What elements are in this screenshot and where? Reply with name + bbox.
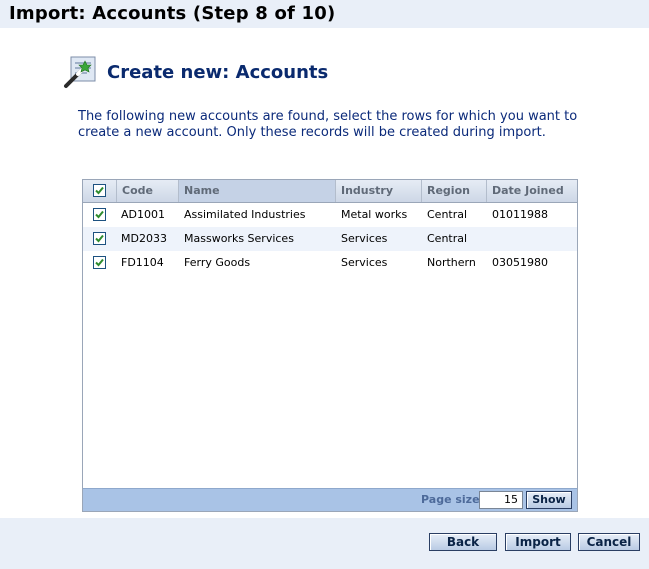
cell-name: Assimilated Industries: [184, 208, 306, 221]
page-size-input[interactable]: 15: [479, 491, 523, 509]
row-checkbox[interactable]: [93, 208, 106, 221]
cell-date-joined: [487, 227, 577, 251]
cell-code: MD2033: [121, 232, 167, 245]
page-size-label: Page size: [421, 493, 480, 506]
content-area: Create new: Accounts The following new a…: [0, 28, 649, 518]
grid-pager: Page size 15 Show: [83, 488, 577, 511]
cell-region: Central: [427, 208, 468, 221]
column-header-region[interactable]: Region: [422, 180, 487, 202]
cell-industry: Services: [341, 232, 388, 245]
cell-code: FD1104: [121, 256, 164, 269]
title-bar: Import: Accounts (Step 8 of 10): [0, 0, 649, 28]
grid-header: Code Name Industry Region Date Joined: [83, 180, 577, 203]
table-row[interactable]: FD1104 Ferry Goods Services Northern 030…: [83, 251, 577, 275]
cell-region: Northern: [427, 256, 476, 269]
cell-date-joined: 03051980: [492, 256, 548, 269]
cell-code: AD1001: [121, 208, 165, 221]
intro-text: The following new accounts are found, se…: [78, 109, 578, 140]
table-row[interactable]: AD1001 Assimilated Industries Metal work…: [83, 203, 577, 227]
import-button[interactable]: Import: [505, 533, 571, 551]
cancel-button[interactable]: Cancel: [578, 533, 640, 551]
row-checkbox[interactable]: [93, 232, 106, 245]
column-header-code[interactable]: Code: [116, 180, 179, 202]
column-header-date-joined[interactable]: Date Joined: [487, 180, 577, 202]
table-row[interactable]: MD2033 Massworks Services Services Centr…: [83, 227, 577, 251]
column-header-name[interactable]: Name: [179, 180, 336, 202]
row-checkbox[interactable]: [93, 256, 106, 269]
accounts-grid: Code Name Industry Region Date Joined AD…: [82, 179, 578, 512]
cell-industry: Services: [341, 256, 388, 269]
show-button[interactable]: Show: [526, 491, 572, 509]
cell-name: Ferry Goods: [184, 256, 251, 269]
magic-wand-icon: [62, 54, 98, 90]
select-all-checkbox[interactable]: [93, 184, 106, 197]
footer-bar: Back Import Cancel: [0, 518, 649, 569]
window-title: Import: Accounts (Step 8 of 10): [9, 3, 336, 24]
back-button[interactable]: Back: [429, 533, 497, 551]
cell-date-joined: 01011988: [492, 208, 548, 221]
page-heading: Create new: Accounts: [107, 62, 329, 83]
cell-name: Massworks Services: [184, 232, 294, 245]
cell-industry: Metal works: [341, 208, 408, 221]
cell-region: Central: [427, 232, 468, 245]
column-header-industry[interactable]: Industry: [336, 180, 422, 202]
